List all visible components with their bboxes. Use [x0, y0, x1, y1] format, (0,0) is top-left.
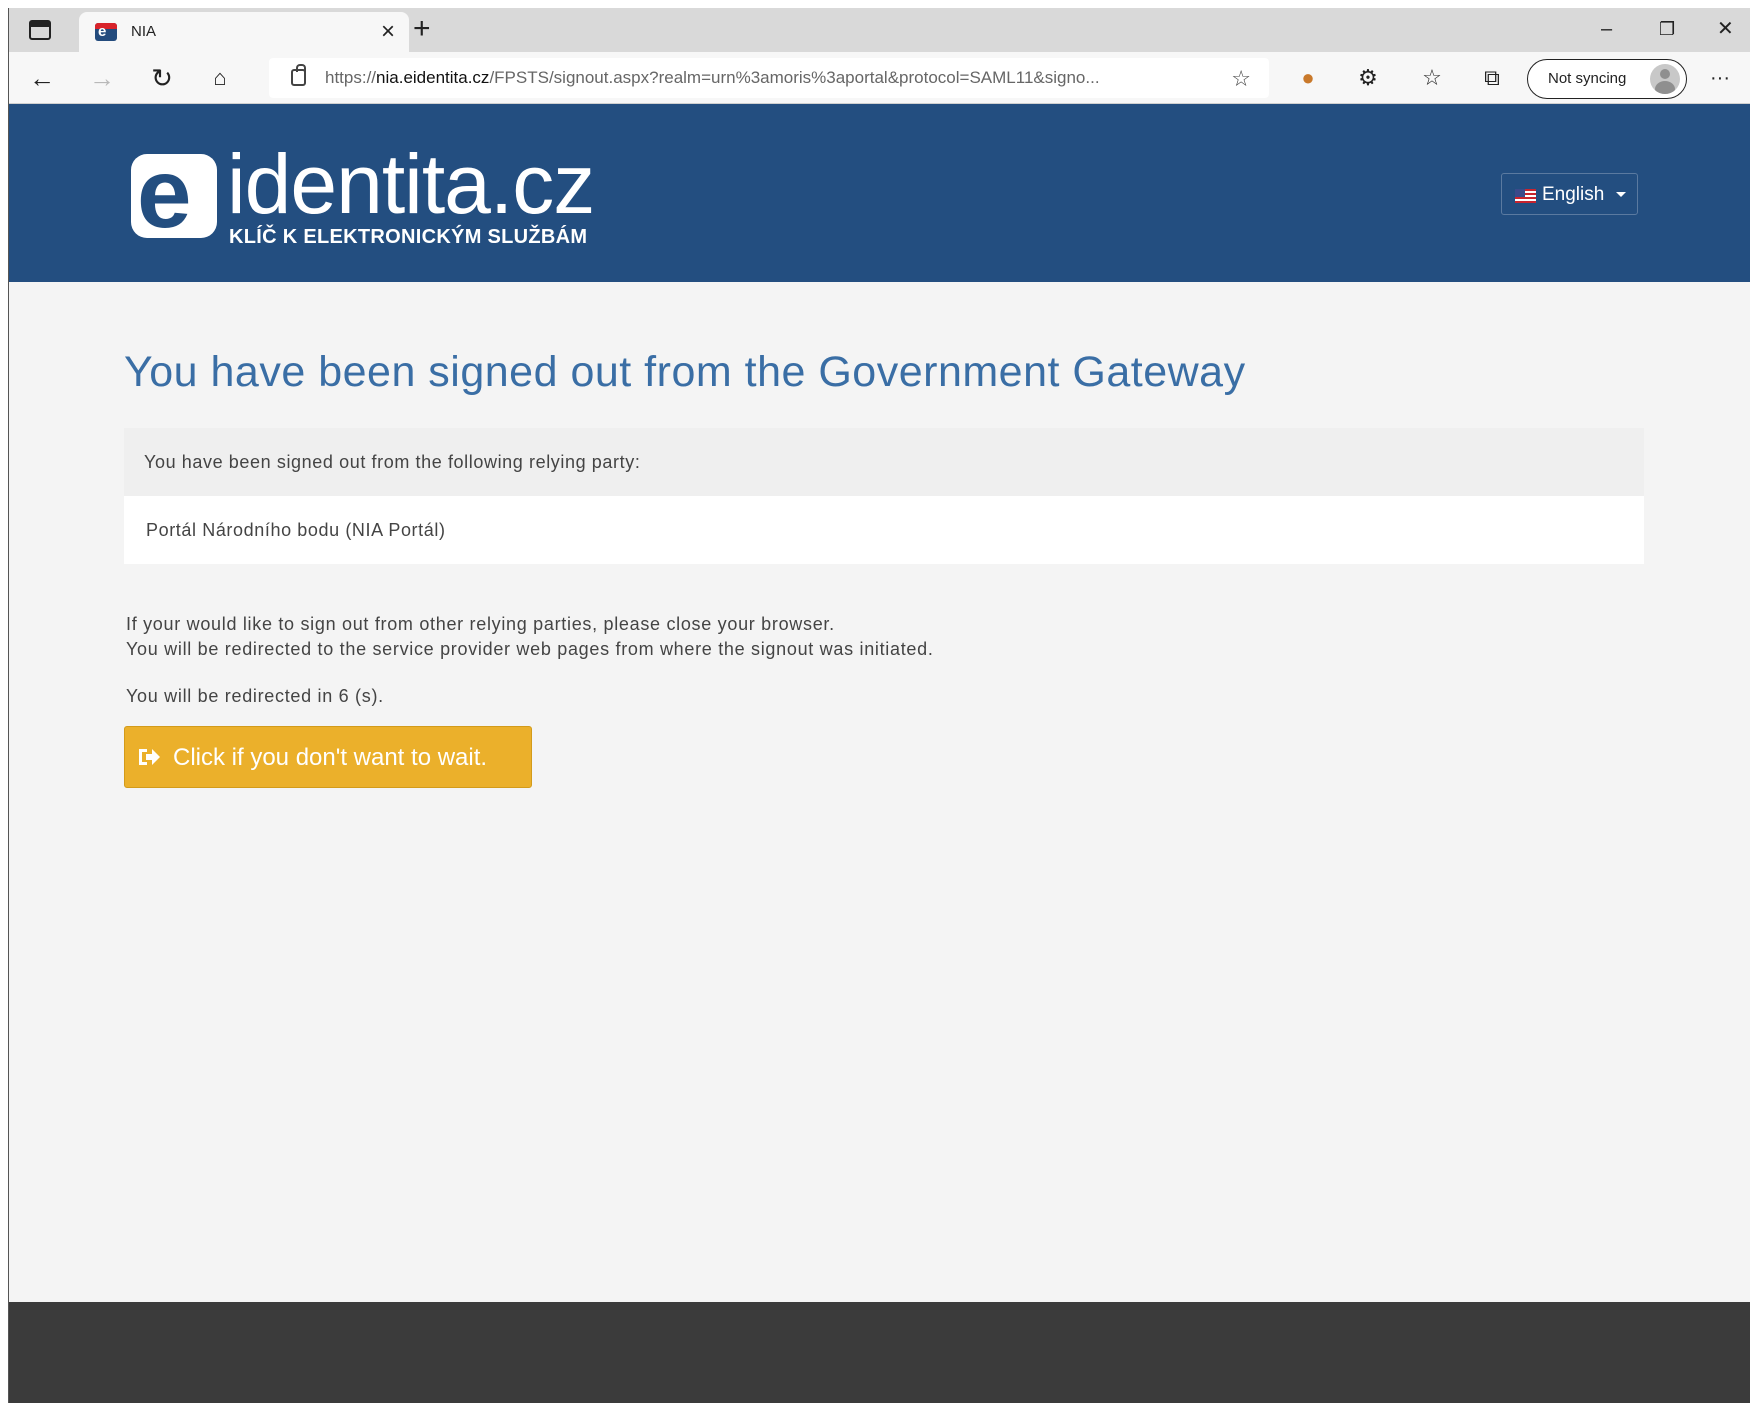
- logo-mark-letter: e: [137, 138, 192, 248]
- collections-icon[interactable]: ⧉: [1475, 61, 1509, 95]
- tab-title: NIA: [131, 23, 157, 40]
- page-title: You have been signed out from the Govern…: [124, 348, 1246, 396]
- browser-window: NIA × + – ❐ ✕ ← → ↻ ⌂ https://nia.eident…: [8, 8, 1750, 1403]
- info-line-1: If your would like to sign out from othe…: [126, 614, 835, 634]
- logo-tagline: KLÍČ K ELEKTRONICKÝM SLUŽBÁM: [229, 226, 588, 248]
- refresh-icon[interactable]: ↻: [145, 61, 179, 95]
- info-line-2: You will be redirected to the service pr…: [126, 639, 934, 659]
- language-dropdown[interactable]: English: [1501, 173, 1638, 215]
- signout-info: If your would like to sign out from othe…: [126, 612, 934, 662]
- cookie-extension-icon[interactable]: ●: [1291, 61, 1325, 95]
- chevron-down-icon: [1616, 192, 1626, 197]
- continue-without-wait-button[interactable]: Click if you don't want to wait.: [124, 726, 532, 788]
- address-bar[interactable]: https://nia.eidentita.cz/FPSTS/signout.a…: [269, 58, 1269, 98]
- logo-mark: e: [131, 144, 217, 242]
- restore-icon[interactable]: ❐: [1659, 12, 1675, 46]
- minimize-icon[interactable]: –: [1601, 12, 1612, 46]
- browser-toolbar: ← → ↻ ⌂ https://nia.eidentita.cz/FPSTS/s…: [9, 52, 1750, 104]
- relying-party-item: Portál Národního bodu (NIA Portál): [124, 496, 1644, 564]
- new-tab-plus-icon[interactable]: +: [413, 12, 431, 46]
- tab-strip: NIA × + – ❐ ✕: [9, 8, 1750, 52]
- eidentita-logo[interactable]: e identita.cz KLÍČ K ELEKTRONICKÝM SLUŽB…: [129, 137, 609, 258]
- relying-party-heading: You have been signed out from the follow…: [124, 428, 1644, 496]
- add-favorite-icon[interactable]: ☆: [1231, 66, 1251, 92]
- lock-icon[interactable]: [291, 64, 306, 86]
- relying-party-panel: You have been signed out from the follow…: [124, 428, 1644, 564]
- logo-text: identita.cz: [227, 137, 595, 231]
- sync-label: Not syncing: [1548, 70, 1627, 87]
- site-header: e identita.cz KLÍČ K ELEKTRONICKÝM SLUŽB…: [9, 104, 1750, 282]
- language-label: English: [1542, 184, 1605, 205]
- puzzle-icon[interactable]: ⚙: [1351, 61, 1385, 95]
- sign-out-icon: [139, 749, 160, 765]
- home-icon[interactable]: ⌂: [203, 61, 237, 95]
- sync-button[interactable]: Not syncing: [1527, 59, 1687, 99]
- us-flag-icon: [1515, 189, 1536, 203]
- url-host: nia.eidentita.cz: [376, 68, 490, 87]
- close-icon[interactable]: ×: [381, 18, 395, 46]
- continue-button-label: Click if you don't want to wait.: [173, 744, 488, 771]
- url-text[interactable]: https://nia.eidentita.cz/FPSTS/signout.a…: [325, 68, 1100, 88]
- forward-arrow-icon[interactable]: →: [85, 61, 119, 95]
- redirect-countdown: You will be redirected in 6 (s).: [126, 686, 384, 706]
- window-close-icon[interactable]: ✕: [1717, 12, 1734, 46]
- url-scheme: https://: [325, 68, 377, 87]
- url-path: /FPSTS/signout.aspx?realm=urn%3amoris%3a…: [489, 68, 1100, 87]
- site-footer: [9, 1302, 1750, 1403]
- more-icon[interactable]: ···: [1703, 61, 1737, 95]
- browser-tab[interactable]: NIA ×: [79, 12, 409, 52]
- favorites-icon[interactable]: ☆: [1415, 61, 1449, 95]
- avatar: [1650, 64, 1680, 94]
- back-arrow-icon[interactable]: ←: [25, 61, 59, 95]
- tab-actions-icon[interactable]: [29, 20, 51, 40]
- site-favicon-icon: [95, 23, 117, 41]
